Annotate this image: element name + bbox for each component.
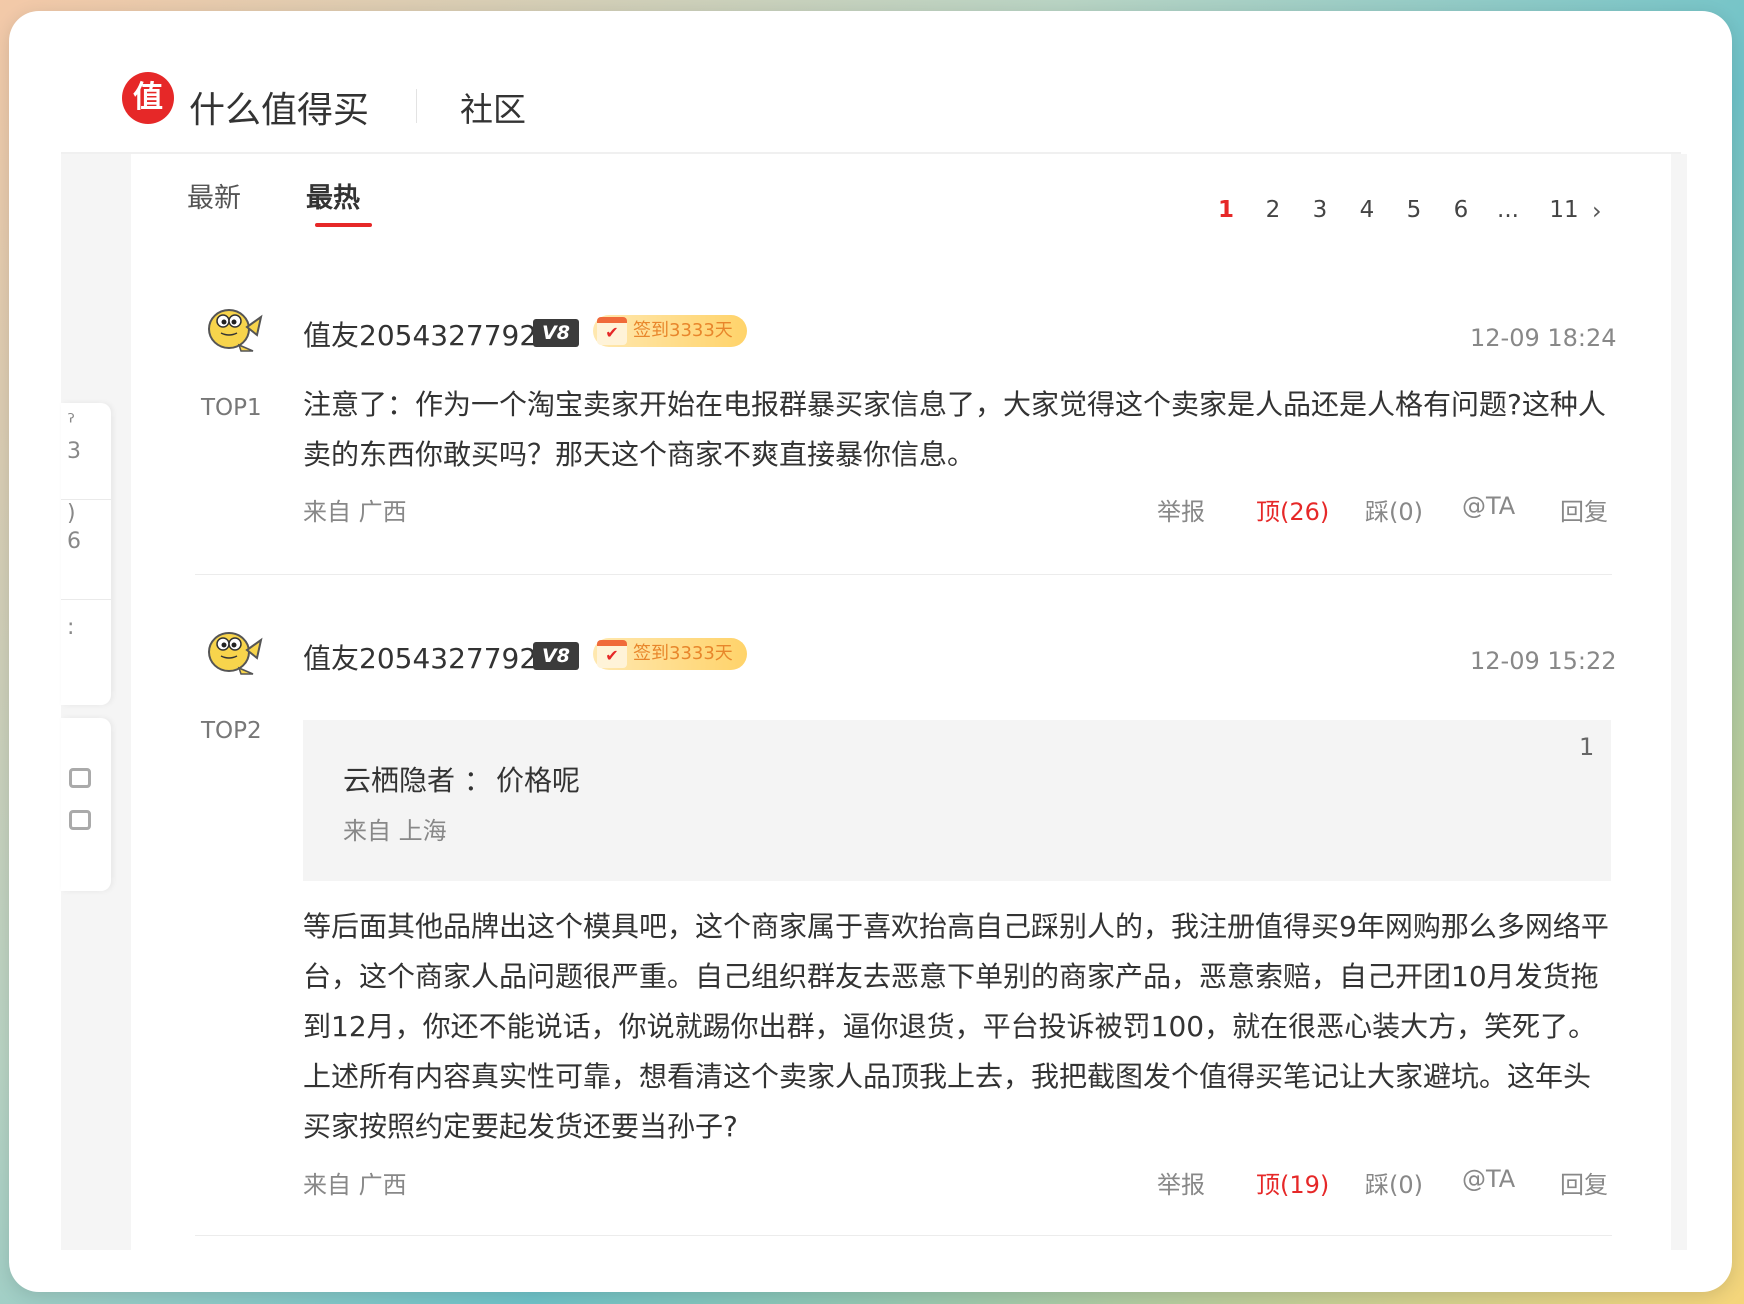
page-5[interactable]: 5 xyxy=(1399,197,1429,223)
rail-mark-2: ) xyxy=(67,501,76,526)
page-3[interactable]: 3 xyxy=(1305,197,1335,223)
logo-icon[interactable]: 值 xyxy=(122,72,174,124)
user-avatar[interactable] xyxy=(201,624,265,676)
checkin-label: 签到3333天 xyxy=(633,643,733,664)
calendar-check-icon: ✔ xyxy=(597,317,627,345)
username[interactable]: 值友2054327792 xyxy=(303,314,537,354)
rail-count-2: 6 xyxy=(67,529,81,554)
brand-name[interactable]: 什么值得买 xyxy=(189,81,369,133)
comment-time: 12-09 18:24 xyxy=(1470,324,1617,352)
rank-label: TOP2 xyxy=(201,718,262,744)
quote-floor-number: 1 xyxy=(1579,733,1595,761)
reply-button[interactable]: 回复 xyxy=(1560,1165,1608,1200)
comment-divider xyxy=(195,574,1612,575)
report-button[interactable]: 举报 xyxy=(1157,492,1205,527)
downvote-button[interactable]: 踩(0) xyxy=(1365,492,1423,527)
tab-active-indicator xyxy=(315,223,372,227)
page-11[interactable]: 11 xyxy=(1544,197,1584,223)
site-header: 值 什么值得买 社区 xyxy=(9,11,1732,153)
quote-location: 来自 上海 xyxy=(343,817,447,845)
level-badge: V8 xyxy=(533,319,579,347)
page-6[interactable]: 6 xyxy=(1446,197,1476,223)
quote-text: 价格呢 xyxy=(496,764,581,797)
checkin-badge: ✔ 签到3333天 xyxy=(593,638,747,670)
report-button[interactable]: 举报 xyxy=(1157,1165,1205,1200)
side-rail-tools[interactable] xyxy=(61,718,111,891)
mention-button[interactable]: @TA xyxy=(1462,1165,1515,1193)
page-card: 值 什么值得买 社区 ˀ 3 ) 6 : 最新 最热 1 2 3 4 5 6 .… xyxy=(9,11,1732,1292)
qr-icon[interactable] xyxy=(69,810,91,830)
header-divider xyxy=(61,152,1681,154)
calendar-check-icon: ✔ xyxy=(597,640,627,668)
comment-text: 等后面其他品牌出这个模具吧，这个商家属于喜欢抬高自己踩别人的，我注册值得买9年网… xyxy=(303,910,1609,1143)
comment-location: 来自 广西 xyxy=(303,498,407,526)
reply-button[interactable]: 回复 xyxy=(1560,492,1608,527)
comment-time: 12-09 15:22 xyxy=(1470,647,1617,675)
level-badge: V8 xyxy=(533,642,579,670)
rail-divider xyxy=(61,599,111,600)
upvote-button[interactable]: 顶(19) xyxy=(1256,1165,1329,1200)
page-4[interactable]: 4 xyxy=(1352,197,1382,223)
right-strip xyxy=(1671,154,1687,1250)
rank-label: TOP1 xyxy=(201,395,262,421)
checkin-label: 签到3333天 xyxy=(633,320,733,341)
downvote-button[interactable]: 踩(0) xyxy=(1365,1165,1423,1200)
comment-location: 来自 广西 xyxy=(303,1171,407,1199)
section-title[interactable]: 社区 xyxy=(460,83,526,131)
header-separator xyxy=(416,89,417,123)
qr-icon[interactable] xyxy=(69,768,91,788)
comment-text: 注意了：作为一个淘宝卖家开始在电报群暴买家信息了，大家觉得这个卖家是人品还是人格… xyxy=(303,388,1606,471)
quote-username[interactable]: 云栖隐者 ： xyxy=(343,759,492,799)
comment-divider xyxy=(195,1235,1612,1236)
checkin-badge: ✔ 签到3333天 xyxy=(593,315,747,347)
tab-latest[interactable]: 最新 xyxy=(187,176,241,215)
quoted-comment xyxy=(303,720,1611,881)
upvote-button[interactable]: 顶(26) xyxy=(1256,492,1329,527)
page-1[interactable]: 1 xyxy=(1211,197,1241,223)
page-2[interactable]: 2 xyxy=(1258,197,1288,223)
tab-hottest[interactable]: 最热 xyxy=(306,176,360,215)
next-page-icon[interactable]: › xyxy=(1592,197,1602,225)
username[interactable]: 值友2054327792 xyxy=(303,637,537,677)
page-ellipsis: ... xyxy=(1497,197,1519,223)
rail-mark-3: : xyxy=(67,615,75,640)
rail-count-1: 3 xyxy=(67,439,81,464)
rail-divider xyxy=(61,499,111,500)
rail-mark-1: ˀ xyxy=(67,411,76,436)
mention-button[interactable]: @TA xyxy=(1462,492,1515,520)
user-avatar[interactable] xyxy=(201,301,265,353)
